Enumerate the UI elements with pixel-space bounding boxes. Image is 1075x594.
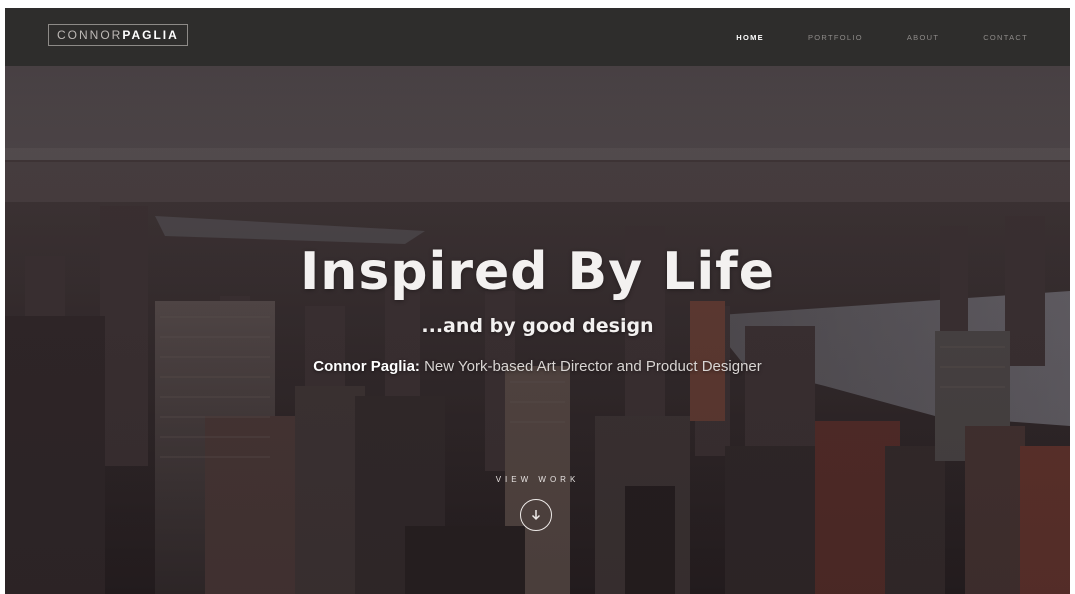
nav-item-home[interactable]: HOME bbox=[714, 33, 786, 42]
logo-last-name: PAGLIA bbox=[122, 28, 179, 42]
nav-item-contact[interactable]: CONTACT bbox=[961, 33, 1050, 42]
hero-section: Inspired By Life ...and by good design C… bbox=[5, 66, 1070, 594]
logo-first-name: CONNOR bbox=[57, 28, 123, 42]
hero-subheadline: ...and by good design bbox=[421, 315, 654, 337]
scroll-down-button[interactable] bbox=[520, 499, 552, 531]
main-nav: HOME PORTFOLIO ABOUT CONTACT bbox=[714, 8, 1050, 66]
hero-tagline: Connor Paglia: New York-based Art Direct… bbox=[5, 358, 1070, 375]
arrow-down-icon bbox=[531, 510, 541, 521]
page-frame: CONNOR PAGLIA HOME PORTFOLIO ABOUT CONTAC… bbox=[5, 8, 1070, 594]
tagline-name: Connor Paglia: bbox=[313, 358, 420, 375]
hero-headline: Inspired By Life bbox=[299, 242, 776, 302]
nav-item-portfolio[interactable]: PORTFOLIO bbox=[786, 33, 885, 42]
top-navbar: CONNOR PAGLIA HOME PORTFOLIO ABOUT CONTAC… bbox=[5, 8, 1070, 66]
tagline-description: New York-based Art Director and Product … bbox=[419, 358, 762, 375]
nav-item-about[interactable]: ABOUT bbox=[885, 33, 961, 42]
site-logo[interactable]: CONNOR PAGLIA bbox=[48, 24, 188, 46]
view-work-link[interactable]: VIEW WORK bbox=[5, 475, 1070, 484]
